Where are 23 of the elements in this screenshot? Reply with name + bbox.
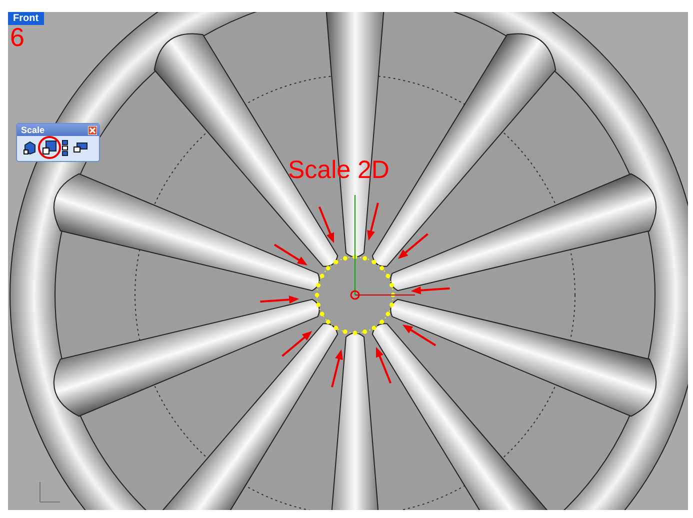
tool-button[interactable] — [41, 139, 58, 156]
arrow — [274, 244, 308, 266]
toolbar-title: Scale — [21, 125, 45, 135]
origin-marker-icon — [350, 290, 360, 300]
arrow — [410, 286, 450, 294]
arrow — [367, 202, 379, 241]
axis-icon — [40, 482, 60, 502]
tool-button[interactable] — [61, 139, 69, 156]
arrow — [376, 346, 392, 384]
rectangle-icon — [73, 142, 88, 153]
square-icon — [42, 140, 57, 155]
step-number: 6 — [10, 24, 24, 50]
arrow — [331, 349, 343, 388]
tool-button[interactable] — [21, 139, 38, 156]
arrow — [260, 296, 300, 304]
cube-icon — [22, 140, 36, 154]
viewport-tab[interactable]: Front — [8, 12, 44, 25]
bar-icon — [62, 140, 68, 156]
arrow — [402, 324, 436, 346]
arrow — [398, 233, 428, 259]
arrow — [318, 206, 334, 244]
arrow — [282, 331, 312, 357]
close-icon[interactable] — [88, 126, 97, 134]
